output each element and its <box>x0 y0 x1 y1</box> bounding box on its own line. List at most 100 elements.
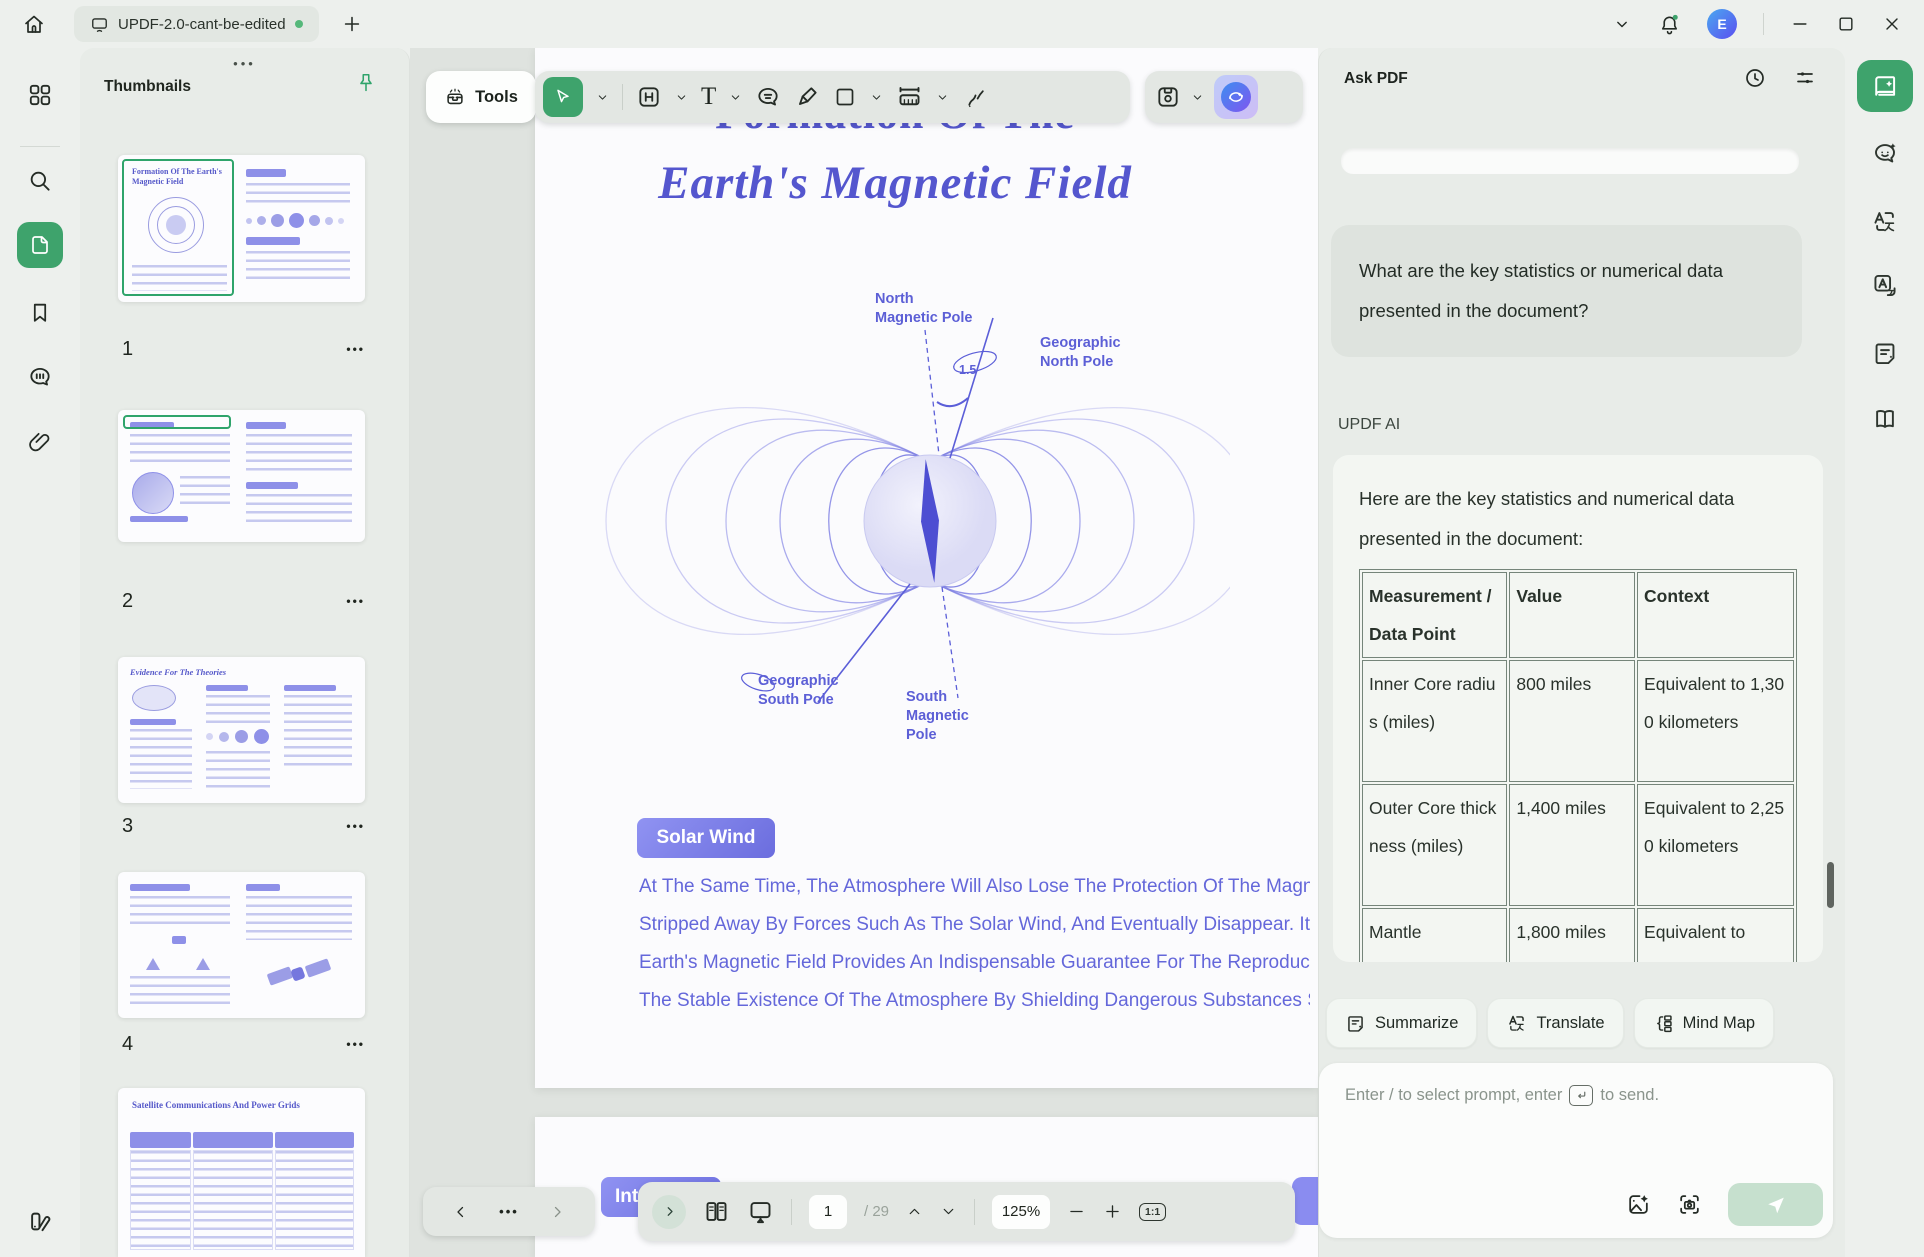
comment-tool-icon[interactable] <box>755 84 781 110</box>
save-icon[interactable] <box>1155 84 1181 110</box>
table-header: Context <box>1637 572 1794 658</box>
thumbnail-page-2[interactable] <box>118 410 365 542</box>
summarize-button[interactable]: Summarize <box>1326 998 1477 1048</box>
thumbnail-page-5[interactable]: Satellite Communications And Power Grids <box>118 1088 365 1257</box>
next-arrow-icon[interactable] <box>548 1203 566 1221</box>
expand-chevron-icon[interactable] <box>652 1195 686 1229</box>
prev-arrow-icon[interactable] <box>452 1203 470 1221</box>
pdf-page-1[interactable]: Formation Of The Earth's Magnetic Field <box>535 48 1318 1088</box>
tab-title: UPDF-2.0-cant-be-edited <box>118 16 286 33</box>
panel-drag-handle[interactable]: ••• <box>80 56 409 71</box>
actual-size-button[interactable]: 1:1 <box>1139 1203 1166 1221</box>
ai-chat-icon[interactable] <box>1871 140 1898 167</box>
comments-icon[interactable] <box>27 364 53 390</box>
thumbnail-page-4[interactable] <box>118 872 365 1018</box>
highlighter-tool-icon[interactable] <box>794 84 820 110</box>
table-cell: Equivalent to <box>1637 908 1794 962</box>
settings-sliders-icon[interactable] <box>1793 66 1817 90</box>
thumb1-menu[interactable]: ••• <box>346 342 365 356</box>
bookmark-icon[interactable] <box>28 300 53 325</box>
swatches-icon[interactable] <box>27 1208 54 1235</box>
thumbnail-page-1[interactable]: Formation Of The Earth's Magnetic Field <box>118 155 365 302</box>
send-button[interactable] <box>1728 1183 1823 1226</box>
reader-book-button[interactable] <box>1857 60 1913 112</box>
measure-chevron-icon[interactable] <box>936 91 949 104</box>
add-image-icon[interactable] <box>1626 1192 1651 1217</box>
thumb2-menu[interactable]: ••• <box>346 594 365 608</box>
search-icon[interactable] <box>27 168 53 194</box>
thumb3-chip <box>130 719 176 725</box>
two-page-view-icon[interactable] <box>703 1198 730 1225</box>
minimize-icon[interactable] <box>1790 14 1810 34</box>
select-tool-chevron-icon[interactable] <box>596 91 609 104</box>
page-up-icon[interactable] <box>906 1203 923 1220</box>
tools-label: Tools <box>475 88 518 107</box>
maximize-icon[interactable] <box>1836 14 1856 34</box>
page-down-icon[interactable] <box>940 1203 957 1220</box>
scrollbar-thumb[interactable] <box>1827 862 1834 908</box>
document-canvas[interactable]: Formation Of The Earth's Magnetic Field <box>410 48 1318 1257</box>
ai-assistant-button[interactable] <box>1214 75 1258 119</box>
attachments-paperclip-icon[interactable] <box>28 430 53 455</box>
table-row: Mantle 1,800 miles Equivalent to <box>1362 908 1794 962</box>
notifications-bell-icon[interactable] <box>1658 13 1681 36</box>
thumb5-table-body <box>130 1150 354 1250</box>
pin-icon[interactable] <box>355 72 377 94</box>
thumbnail-page-3[interactable]: Evidence For The Theories <box>118 657 365 803</box>
translate-selection-icon[interactable] <box>1871 272 1898 299</box>
zoom-in-icon[interactable] <box>1103 1202 1122 1221</box>
thumb1-view-selection <box>122 159 234 296</box>
avatar[interactable]: E <box>1707 9 1737 39</box>
text-chevron-icon[interactable] <box>729 91 742 104</box>
thumb2-view-selection <box>123 415 231 429</box>
divider <box>1763 13 1764 35</box>
body-text-line: The Stable Existence Of The Atmosphere B… <box>639 990 1310 1012</box>
new-tab-icon[interactable] <box>341 13 363 35</box>
screenshot-camera-icon[interactable] <box>1677 1192 1702 1217</box>
summarize-label: Summarize <box>1375 1014 1458 1033</box>
close-icon[interactable] <box>1882 14 1902 34</box>
presentation-icon[interactable] <box>747 1198 774 1225</box>
thumb4-text-skeleton <box>130 896 230 930</box>
thumb5-table-header <box>130 1132 354 1148</box>
zoom-level[interactable]: 125% <box>992 1195 1050 1229</box>
signature-tool-icon[interactable] <box>962 85 987 110</box>
label-north-magnetic-pole: North Magnetic Pole <box>875 290 973 328</box>
reading-layout-icon[interactable] <box>1871 406 1898 433</box>
thumb3-text-skeleton <box>284 695 352 767</box>
top-toolbar: Tools T <box>410 71 1318 123</box>
shape-chevron-icon[interactable] <box>870 91 883 104</box>
apps-grid-icon[interactable] <box>27 82 53 108</box>
select-tool-button[interactable] <box>543 77 583 117</box>
chevron-down-icon[interactable] <box>1612 14 1632 34</box>
heading-chevron-icon[interactable] <box>675 91 688 104</box>
thumb3-text-skeleton <box>130 729 192 789</box>
mind-map-button[interactable]: Mind Map <box>1634 998 1774 1048</box>
chat-input[interactable]: Enter / to select prompt, enter to send. <box>1319 1063 1833 1238</box>
shape-tool-icon[interactable] <box>833 85 857 109</box>
sidebar-item-thumbnails[interactable] <box>17 222 63 268</box>
measure-tool-icon[interactable] <box>896 84 923 111</box>
ai-summary-icon[interactable] <box>1871 340 1898 367</box>
page-controls-pill: 1 / 29 125% 1:1 <box>638 1182 1295 1241</box>
document-tab[interactable]: UPDF-2.0-cant-be-edited <box>74 6 319 42</box>
translate-button[interactable]: Translate <box>1487 998 1623 1048</box>
divider <box>622 84 623 110</box>
text-tool-icon[interactable]: T <box>701 83 716 111</box>
thumb2-earth-diagram <box>132 472 174 514</box>
nav-more-menu[interactable]: ••• <box>499 1204 519 1219</box>
thumb3-menu[interactable]: ••• <box>346 819 365 833</box>
tools-button[interactable]: Tools <box>426 71 536 123</box>
chat-input-placeholder: Enter / to select prompt, enter to send. <box>1345 1085 1659 1106</box>
translate-page-icon[interactable] <box>1871 208 1898 235</box>
page-number-input[interactable]: 1 <box>809 1195 847 1229</box>
save-chevron-icon[interactable] <box>1191 91 1204 104</box>
thumb3-text-skeleton <box>206 695 270 723</box>
zoom-out-icon[interactable] <box>1067 1202 1086 1221</box>
home-icon[interactable] <box>22 12 46 36</box>
table-cell: 1,400 miles <box>1509 784 1635 906</box>
ask-pdf-title: Ask PDF <box>1344 70 1408 88</box>
heading-tool-icon[interactable] <box>636 84 662 110</box>
thumb4-menu[interactable]: ••• <box>346 1037 365 1051</box>
history-clock-icon[interactable] <box>1743 66 1767 90</box>
